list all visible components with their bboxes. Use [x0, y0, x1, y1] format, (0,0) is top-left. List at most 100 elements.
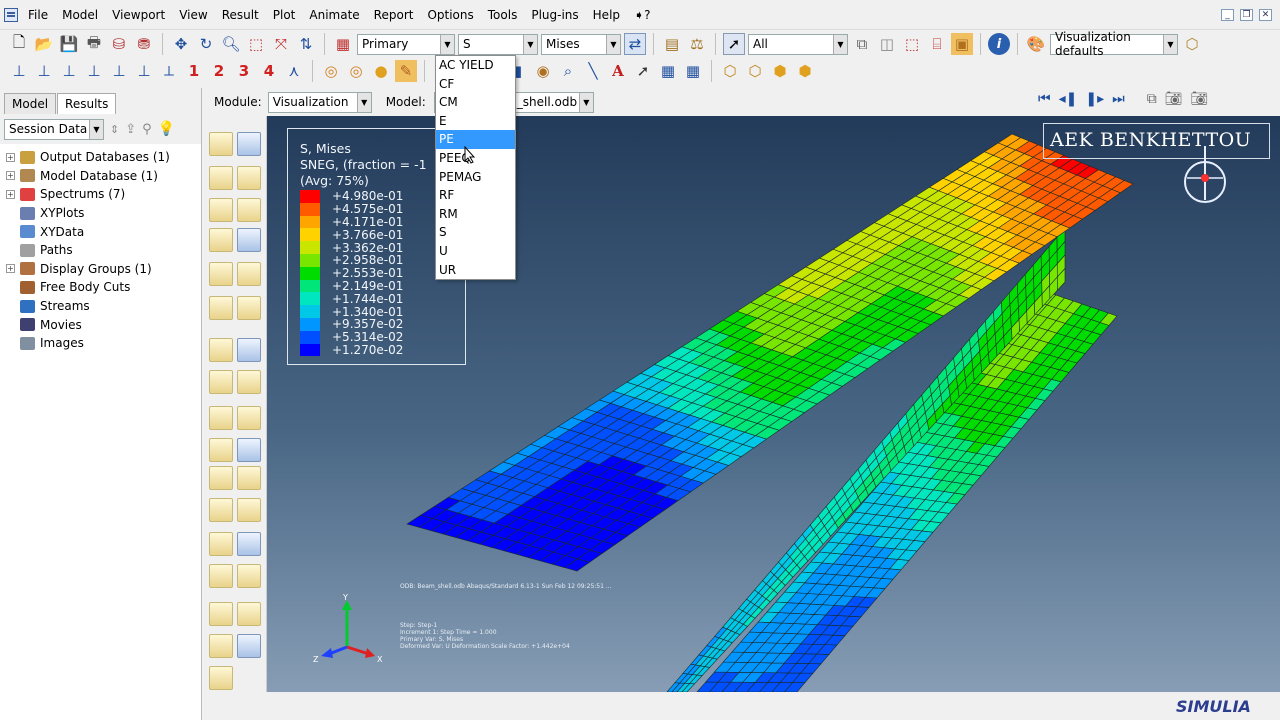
view-iso-icon[interactable]: ⟂	[158, 60, 180, 82]
menu-plot[interactable]: Plot	[273, 8, 296, 22]
plot-symbols-tool-icon[interactable]	[237, 166, 261, 190]
session-select[interactable]: Session Data ▼	[4, 118, 104, 140]
plot-deformed-tool-icon[interactable]	[237, 132, 261, 156]
pointer-tool-tool-icon[interactable]	[209, 438, 233, 462]
plot-material-orientation-tool-icon[interactable]	[237, 498, 261, 522]
chevron-down-icon[interactable]: ▼	[440, 34, 454, 54]
menu-viewport[interactable]: Viewport	[112, 8, 165, 22]
menu-report[interactable]: Report	[374, 8, 414, 22]
minimize-button[interactable]: _	[1221, 9, 1234, 21]
expand-icon[interactable]: +	[6, 264, 15, 274]
plot-allow-multiple-tool-icon[interactable]	[237, 198, 261, 222]
plot-material-orientation-tool-icon[interactable]	[209, 198, 233, 222]
user-view-3-button[interactable]: 3	[233, 62, 255, 80]
query-icon[interactable]: ⌕	[557, 60, 579, 82]
tree-up-icon[interactable]: ⇪	[125, 122, 136, 137]
tree-item[interactable]: Streams	[0, 297, 201, 316]
plot-symbols-tool-icon[interactable]	[209, 498, 233, 522]
hidden-lines-icon[interactable]: ◎	[345, 60, 367, 82]
tab-results[interactable]: Results	[57, 93, 117, 114]
wireframe-icon[interactable]: ◎	[320, 60, 342, 82]
create-xy-data-tool-icon[interactable]	[237, 602, 261, 626]
plot-contours-tool-icon[interactable]	[209, 166, 233, 190]
tree-item[interactable]: + Model Database (1)	[0, 167, 201, 186]
view-yx-icon[interactable]: ⊥	[33, 60, 55, 82]
tree-item[interactable]: Images	[0, 334, 201, 353]
tree-item[interactable]: XYPlots	[0, 204, 201, 223]
animate-scale-tool-icon[interactable]	[237, 532, 261, 556]
new-file-icon[interactable]: 🗋	[8, 33, 30, 55]
menu-file[interactable]: File	[28, 8, 48, 22]
view-cut-tool-icon[interactable]	[237, 338, 261, 362]
dropdown-option[interactable]: RM	[436, 205, 515, 224]
tree-item[interactable]: Free Body Cuts	[0, 278, 201, 297]
chevron-down-icon[interactable]: ▼	[356, 92, 371, 112]
field-output-icon[interactable]: ▦	[332, 33, 354, 55]
auto-fit-icon[interactable]: ⤧	[270, 33, 292, 55]
expand-icon[interactable]: +	[6, 189, 15, 199]
user-view-1-button[interactable]: 1	[183, 62, 205, 80]
tree-item[interactable]: + Output Databases (1)	[0, 148, 201, 167]
free-body-cut-tool-icon[interactable]	[237, 370, 261, 394]
triad-icon[interactable]: ⋏	[283, 60, 305, 82]
restore-button[interactable]: ❐	[1240, 9, 1253, 21]
selection-filter-select[interactable]: All ▼	[748, 33, 848, 55]
tree-item[interactable]: Movies	[0, 315, 201, 334]
visualization-defaults-select[interactable]: Visualization defaults ▼	[1050, 30, 1178, 58]
open-file-icon[interactable]: 📂	[33, 33, 55, 55]
menu-model[interactable]: Model	[62, 8, 98, 22]
select-region-icon[interactable]: ◫	[876, 33, 898, 55]
menu-animate[interactable]: Animate	[309, 8, 359, 22]
slice-icon[interactable]: ▤	[661, 33, 683, 55]
animate-time-tool-icon[interactable]	[209, 564, 233, 588]
table-icon[interactable]: ▦	[657, 60, 679, 82]
cut-icon[interactable]: ⚖	[686, 33, 708, 55]
module-select[interactable]: Visualization ▼	[267, 91, 372, 113]
plot-contours-tool-icon[interactable]	[237, 466, 261, 490]
tree-item[interactable]: XYData	[0, 222, 201, 241]
create-xy-data-tool-icon[interactable]	[209, 296, 233, 320]
part-icon-1[interactable]: ⬡	[719, 60, 741, 82]
menu-plugins[interactable]: Plug-ins	[531, 8, 578, 22]
menu-options[interactable]: Options	[427, 8, 473, 22]
display-group-intersect-icon[interactable]: ◉	[532, 60, 554, 82]
animate-harmonic-tool-icon[interactable]	[237, 564, 261, 588]
animate-time-tool-icon[interactable]	[237, 228, 261, 252]
chevron-down-icon[interactable]: ▼	[578, 92, 593, 112]
close-button[interactable]: ✕	[1259, 9, 1272, 21]
part-icon-4[interactable]: ⬢	[794, 60, 816, 82]
select-drag-icon[interactable]: ⌸	[926, 33, 948, 55]
context-help-icon[interactable]: ➧?	[634, 8, 650, 22]
animate-scale-tool-icon[interactable]	[209, 228, 233, 252]
view-xy-icon[interactable]: ⊥	[8, 60, 30, 82]
tree-item[interactable]: + Display Groups (1)	[0, 260, 201, 279]
report-field-tool-icon[interactable]	[237, 296, 261, 320]
previous-frame-icon[interactable]: ◂❚	[1059, 91, 1078, 107]
display-group-tool-icon[interactable]	[209, 370, 233, 394]
image-capture-icon[interactable]: 📷︎	[1191, 91, 1209, 107]
last-frame-icon[interactable]: ⏭	[1112, 91, 1125, 107]
rotate-icon[interactable]: ↻	[195, 33, 217, 55]
tree-filter-icon[interactable]: ⚲	[142, 122, 152, 137]
cycle-views-icon[interactable]: ⇅	[295, 33, 317, 55]
magnify-icon[interactable]: 🔍︎	[220, 33, 242, 55]
sync-options-icon[interactable]: ⇄	[624, 33, 646, 55]
database-icon[interactable]: ⛁	[108, 33, 130, 55]
pointer-icon[interactable]: ➚	[632, 60, 654, 82]
table-options-icon[interactable]: ▦	[682, 60, 704, 82]
dropdown-option[interactable]: AC YIELD	[436, 56, 515, 75]
create-path-tool-icon[interactable]	[209, 338, 233, 362]
info-icon[interactable]: i	[988, 33, 1010, 55]
pan-icon[interactable]: ✥	[170, 33, 192, 55]
select-arrow-icon[interactable]: ➚	[723, 33, 745, 55]
next-frame-icon[interactable]: ❚▸	[1085, 91, 1104, 107]
tree-item[interactable]: Paths	[0, 241, 201, 260]
tree-hint-icon[interactable]: 💡	[158, 121, 175, 137]
menu-help[interactable]: Help	[593, 8, 620, 22]
frame-options-icon[interactable]: ⧉	[1147, 91, 1157, 107]
chevron-down-icon[interactable]: ▼	[523, 34, 537, 54]
plot-undeformed-tool-icon[interactable]	[237, 438, 261, 462]
dropdown-option[interactable]: RF	[436, 186, 515, 205]
shaded-icon[interactable]: ✎	[395, 60, 417, 82]
view-yz-icon[interactable]: ⊥	[58, 60, 80, 82]
